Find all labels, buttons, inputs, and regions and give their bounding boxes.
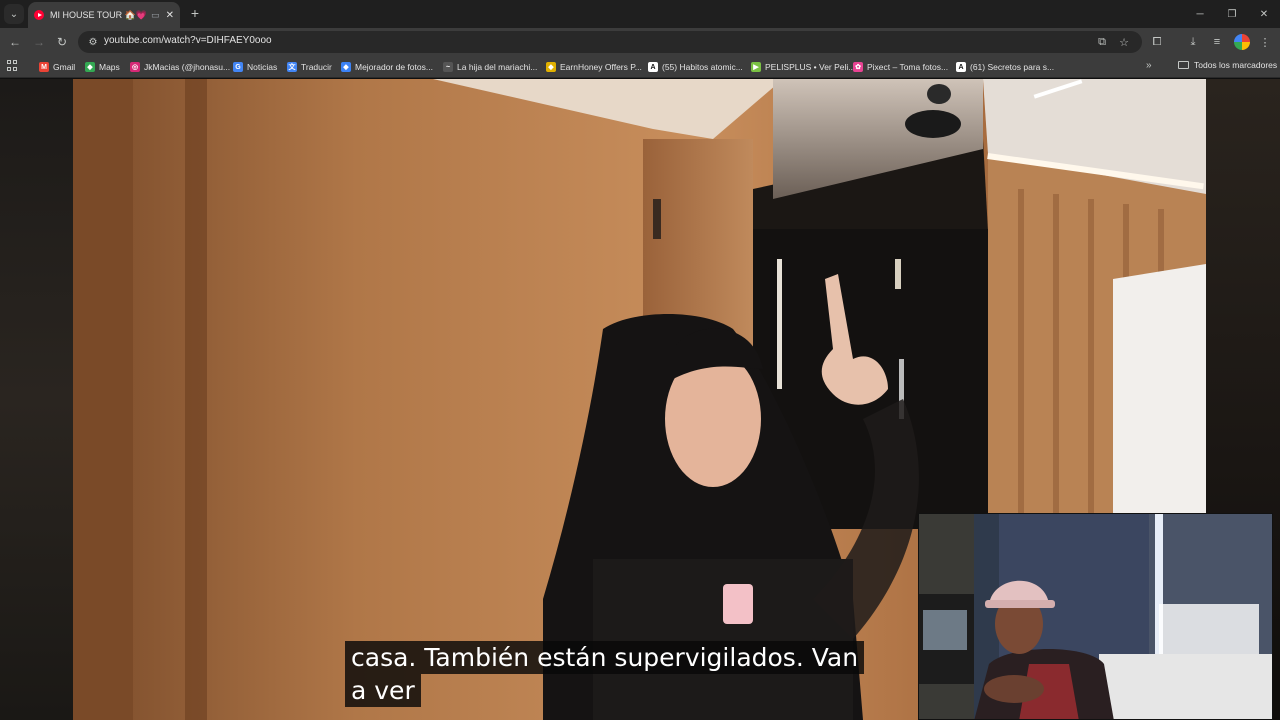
folder-icon	[1178, 61, 1189, 69]
cast-icon: ▭	[151, 9, 160, 20]
bookmark-traducir[interactable]: 文 Traducir	[287, 60, 332, 74]
bookmark-mejorador[interactable]: ◆ Mejorador de fotos...	[341, 60, 433, 74]
tab-strip: ⌄ MI HOUSE TOUR 🏠💗 - YouTube ▭ ✕ + ─ ❐ ✕	[0, 0, 1280, 28]
downloads-icon[interactable]: ⤓	[1184, 33, 1202, 51]
install-app-icon[interactable]: ⧉	[1095, 35, 1109, 49]
tab-title: MI HOUSE TOUR 🏠💗 - YouTube	[50, 9, 149, 20]
webcam-overlay	[918, 513, 1273, 720]
bookmark-instagram[interactable]: ◎ JkMacias (@jhonasu...	[130, 60, 230, 74]
photo-enhancer-icon: ◆	[341, 62, 351, 72]
tab-search-chevron-icon[interactable]: ⌄	[4, 4, 24, 24]
profile-avatar[interactable]	[1234, 34, 1250, 50]
extensions-icon[interactable]: ⧠	[1148, 33, 1166, 51]
bookmark-pixect[interactable]: ✿ Pixect – Toma fotos...	[853, 60, 948, 74]
back-button[interactable]: ←	[6, 33, 24, 51]
article-a-icon: A	[648, 62, 658, 72]
bookmark-la-hija[interactable]: ~ La hija del mariachi...	[443, 60, 537, 74]
reload-button[interactable]: ↻	[53, 33, 71, 51]
bookmark-earnhoney[interactable]: ◆ EarnHoney Offers P...	[546, 60, 642, 74]
window-controls: ─ ❐ ✕	[1184, 0, 1280, 28]
earnhoney-icon: ◆	[546, 62, 556, 72]
tab-close-icon[interactable]: ✕	[166, 10, 174, 21]
bookmarks-bar: M Gmail ◆ Maps ◎ JkMacias (@jhonasu... G Not…	[0, 56, 1280, 78]
minimize-button[interactable]: ─	[1184, 0, 1216, 28]
url-text[interactable]: youtube.com/watch?v=DIHFAEY0ooo	[104, 35, 272, 46]
restore-button[interactable]: ❐	[1216, 0, 1248, 28]
video-captions: casa. También están supervigilados. Van …	[345, 641, 871, 707]
link-icon: ~	[443, 62, 453, 72]
youtube-favicon-icon	[34, 10, 44, 20]
bookmark-gmail[interactable]: M Gmail	[39, 60, 75, 74]
all-bookmarks-folder[interactable]: Todos los marcadores	[1178, 60, 1277, 70]
page-content: casa. También están supervigilados. Van …	[0, 79, 1280, 720]
maps-icon: ◆	[85, 62, 95, 72]
bookmark-star-icon[interactable]: ☆	[1117, 35, 1131, 49]
bookmark-maps[interactable]: ◆ Maps	[85, 60, 120, 74]
caption-line-2: a ver	[345, 674, 421, 707]
article-a-icon: A	[956, 62, 966, 72]
address-bar[interactable]: ⚙ youtube.com/watch?v=DIHFAEY0ooo ⧉ ☆	[78, 31, 1142, 53]
browser-tab-active[interactable]: MI HOUSE TOUR 🏠💗 - YouTube ▭ ✕	[28, 2, 180, 28]
gmail-icon: M	[39, 62, 49, 72]
reading-list-icon[interactable]: ≡	[1208, 33, 1226, 51]
apps-grid-icon[interactable]	[7, 60, 19, 72]
site-info-icon[interactable]: ⚙	[86, 35, 100, 49]
google-news-icon: G	[233, 62, 243, 72]
bookmark-secretos[interactable]: A (61) Secretos para s...	[956, 60, 1054, 74]
caption-line-1: casa. También están supervigilados. Van	[345, 641, 865, 674]
pixect-icon: ✿	[853, 62, 863, 72]
translate-icon: 文	[287, 62, 297, 72]
menu-kebab-icon[interactable]: ⋮	[1256, 33, 1274, 51]
webcam-frame	[919, 514, 1272, 719]
bookmark-habitos[interactable]: A (55) Habitos atomic...	[648, 60, 743, 74]
instagram-icon: ◎	[130, 62, 140, 72]
bookmark-noticias[interactable]: G Noticias	[233, 60, 277, 74]
close-window-button[interactable]: ✕	[1248, 0, 1280, 28]
new-tab-button[interactable]: +	[188, 5, 202, 23]
pelisplus-icon: ▶	[751, 62, 761, 72]
browser-toolbar: ← → ↻ ⚙ youtube.com/watch?v=DIHFAEY0ooo …	[0, 28, 1280, 56]
backdrop-left	[0, 79, 73, 720]
bookmark-pelisplus[interactable]: ▶ PELISPLUS • Ver Peli...	[751, 60, 855, 74]
forward-button[interactable]: →	[30, 33, 48, 51]
bookmarks-overflow-chevron-icon[interactable]: »	[1146, 60, 1152, 71]
